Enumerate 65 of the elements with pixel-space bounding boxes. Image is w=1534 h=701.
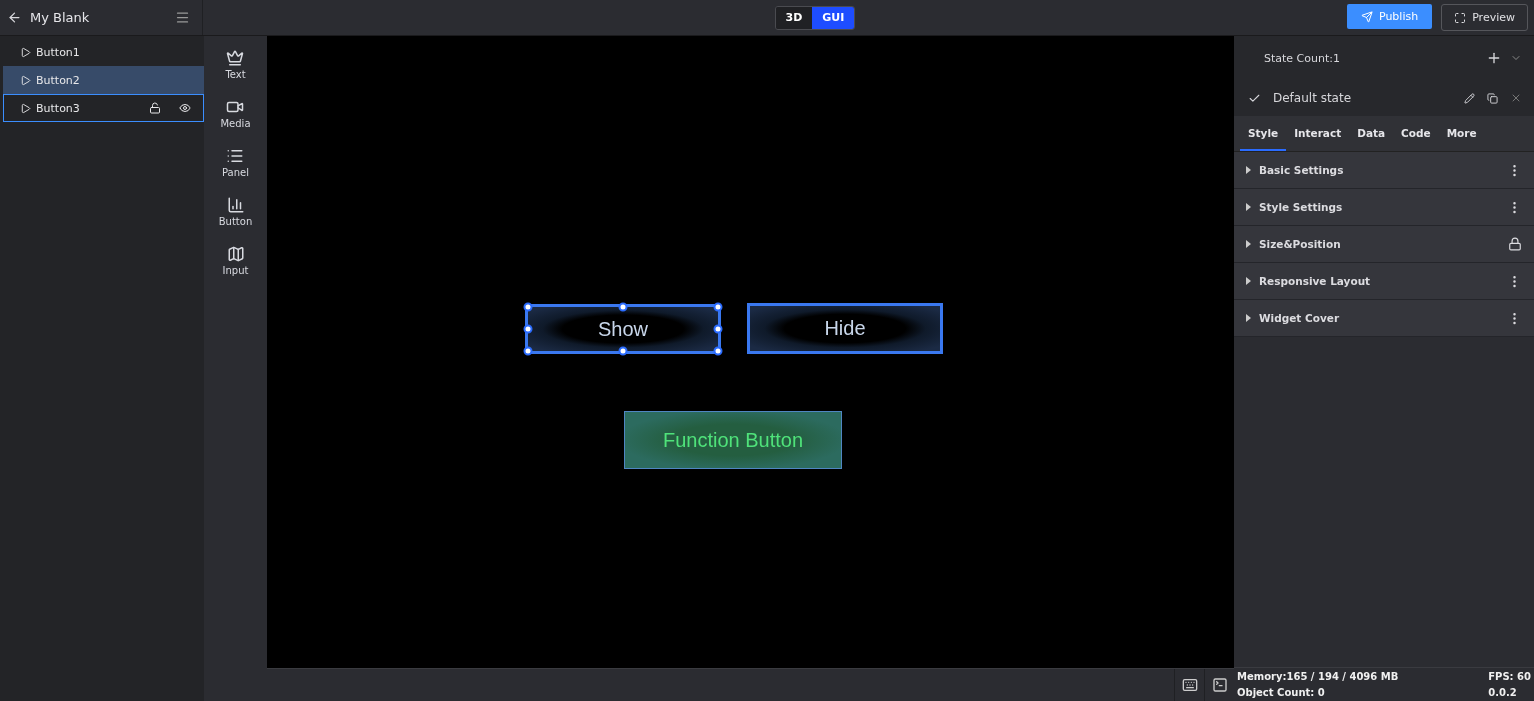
menu-icon[interactable] xyxy=(175,10,190,25)
canvas-button[interactable]: Show xyxy=(525,304,721,354)
layer-label: Button1 xyxy=(36,45,81,59)
resize-handle[interactable] xyxy=(618,346,628,356)
add-icon[interactable] xyxy=(1486,50,1502,66)
memory-text: Memory:165 / 194 / 4096 MB xyxy=(1237,670,1400,684)
widget-icon xyxy=(20,46,31,58)
layer-label: Button2 xyxy=(36,73,81,87)
toolbox-item[interactable]: Media xyxy=(214,97,257,130)
panel-tab[interactable]: Data xyxy=(1349,116,1394,151)
settings-section[interactable]: Basic Settings xyxy=(1234,152,1534,189)
section-label: Responsive Layout xyxy=(1259,275,1371,287)
layer-item[interactable]: Button3 xyxy=(3,94,204,122)
list-icon xyxy=(226,147,245,165)
widget-icon xyxy=(20,102,31,114)
fullscreen-icon xyxy=(1454,11,1467,24)
state-count: State Count:1 xyxy=(1264,51,1340,65)
resize-handle[interactable] xyxy=(618,302,628,312)
fps-text: FPS: 60 xyxy=(1488,670,1531,684)
panel-tab[interactable]: More xyxy=(1438,116,1485,151)
close-icon[interactable] xyxy=(1510,92,1522,104)
layer-item[interactable]: Button2 xyxy=(3,66,204,94)
section-label: Size&Position xyxy=(1259,238,1341,250)
keyboard-icon[interactable] xyxy=(1181,677,1198,693)
edit-icon[interactable] xyxy=(1464,92,1475,104)
eye-icon[interactable] xyxy=(179,102,191,114)
mode-tab[interactable]: GUI xyxy=(812,6,855,29)
resize-handle[interactable] xyxy=(713,302,723,312)
project-title: My Blank xyxy=(30,10,91,25)
preview-button[interactable]: Preview xyxy=(1441,4,1528,31)
crown-icon xyxy=(226,49,245,67)
bar-chart-icon xyxy=(226,196,245,214)
toolbox-item[interactable]: Text xyxy=(219,48,252,81)
unlock-icon[interactable] xyxy=(149,102,161,114)
terminal-icon[interactable] xyxy=(1211,677,1228,693)
layer-label: Button3 xyxy=(36,101,81,115)
toolbox-item[interactable]: Input xyxy=(216,244,255,277)
mode-tab[interactable]: 3D xyxy=(775,6,813,29)
state-name: Default state xyxy=(1273,91,1352,105)
toolbox-item[interactable]: Button xyxy=(212,195,259,228)
settings-section[interactable]: Style Settings xyxy=(1234,189,1534,226)
canvas-button[interactable]: Function Button xyxy=(624,411,842,469)
map-icon xyxy=(226,245,245,263)
paper-plane-icon xyxy=(1360,10,1373,23)
widget-icon xyxy=(20,74,31,86)
settings-section[interactable]: Size&Position xyxy=(1234,226,1534,263)
resize-handle[interactable] xyxy=(523,346,533,356)
resize-handle[interactable] xyxy=(713,346,723,356)
object-count-text: Object Count: 0 xyxy=(1237,685,1326,700)
panel-tab[interactable]: Interact xyxy=(1286,116,1350,151)
section-label: Style Settings xyxy=(1259,201,1343,213)
resize-handle[interactable] xyxy=(523,324,533,334)
settings-section[interactable]: Widget Cover xyxy=(1234,300,1534,337)
layer-item[interactable]: Button1 xyxy=(3,38,204,66)
copy-icon[interactable] xyxy=(1487,92,1498,104)
version-text: 0.0.2 xyxy=(1488,685,1518,700)
section-label: Basic Settings xyxy=(1259,164,1344,176)
toolbox-item[interactable]: Panel xyxy=(216,146,255,179)
panel-tab[interactable]: Code xyxy=(1393,116,1439,151)
settings-section[interactable]: Responsive Layout xyxy=(1234,263,1534,300)
section-label: Widget Cover xyxy=(1259,312,1340,324)
lock-icon[interactable] xyxy=(1508,237,1522,251)
canvas-button[interactable]: Hide xyxy=(747,303,943,354)
resize-handle[interactable] xyxy=(713,324,723,334)
resize-handle[interactable] xyxy=(523,302,533,312)
